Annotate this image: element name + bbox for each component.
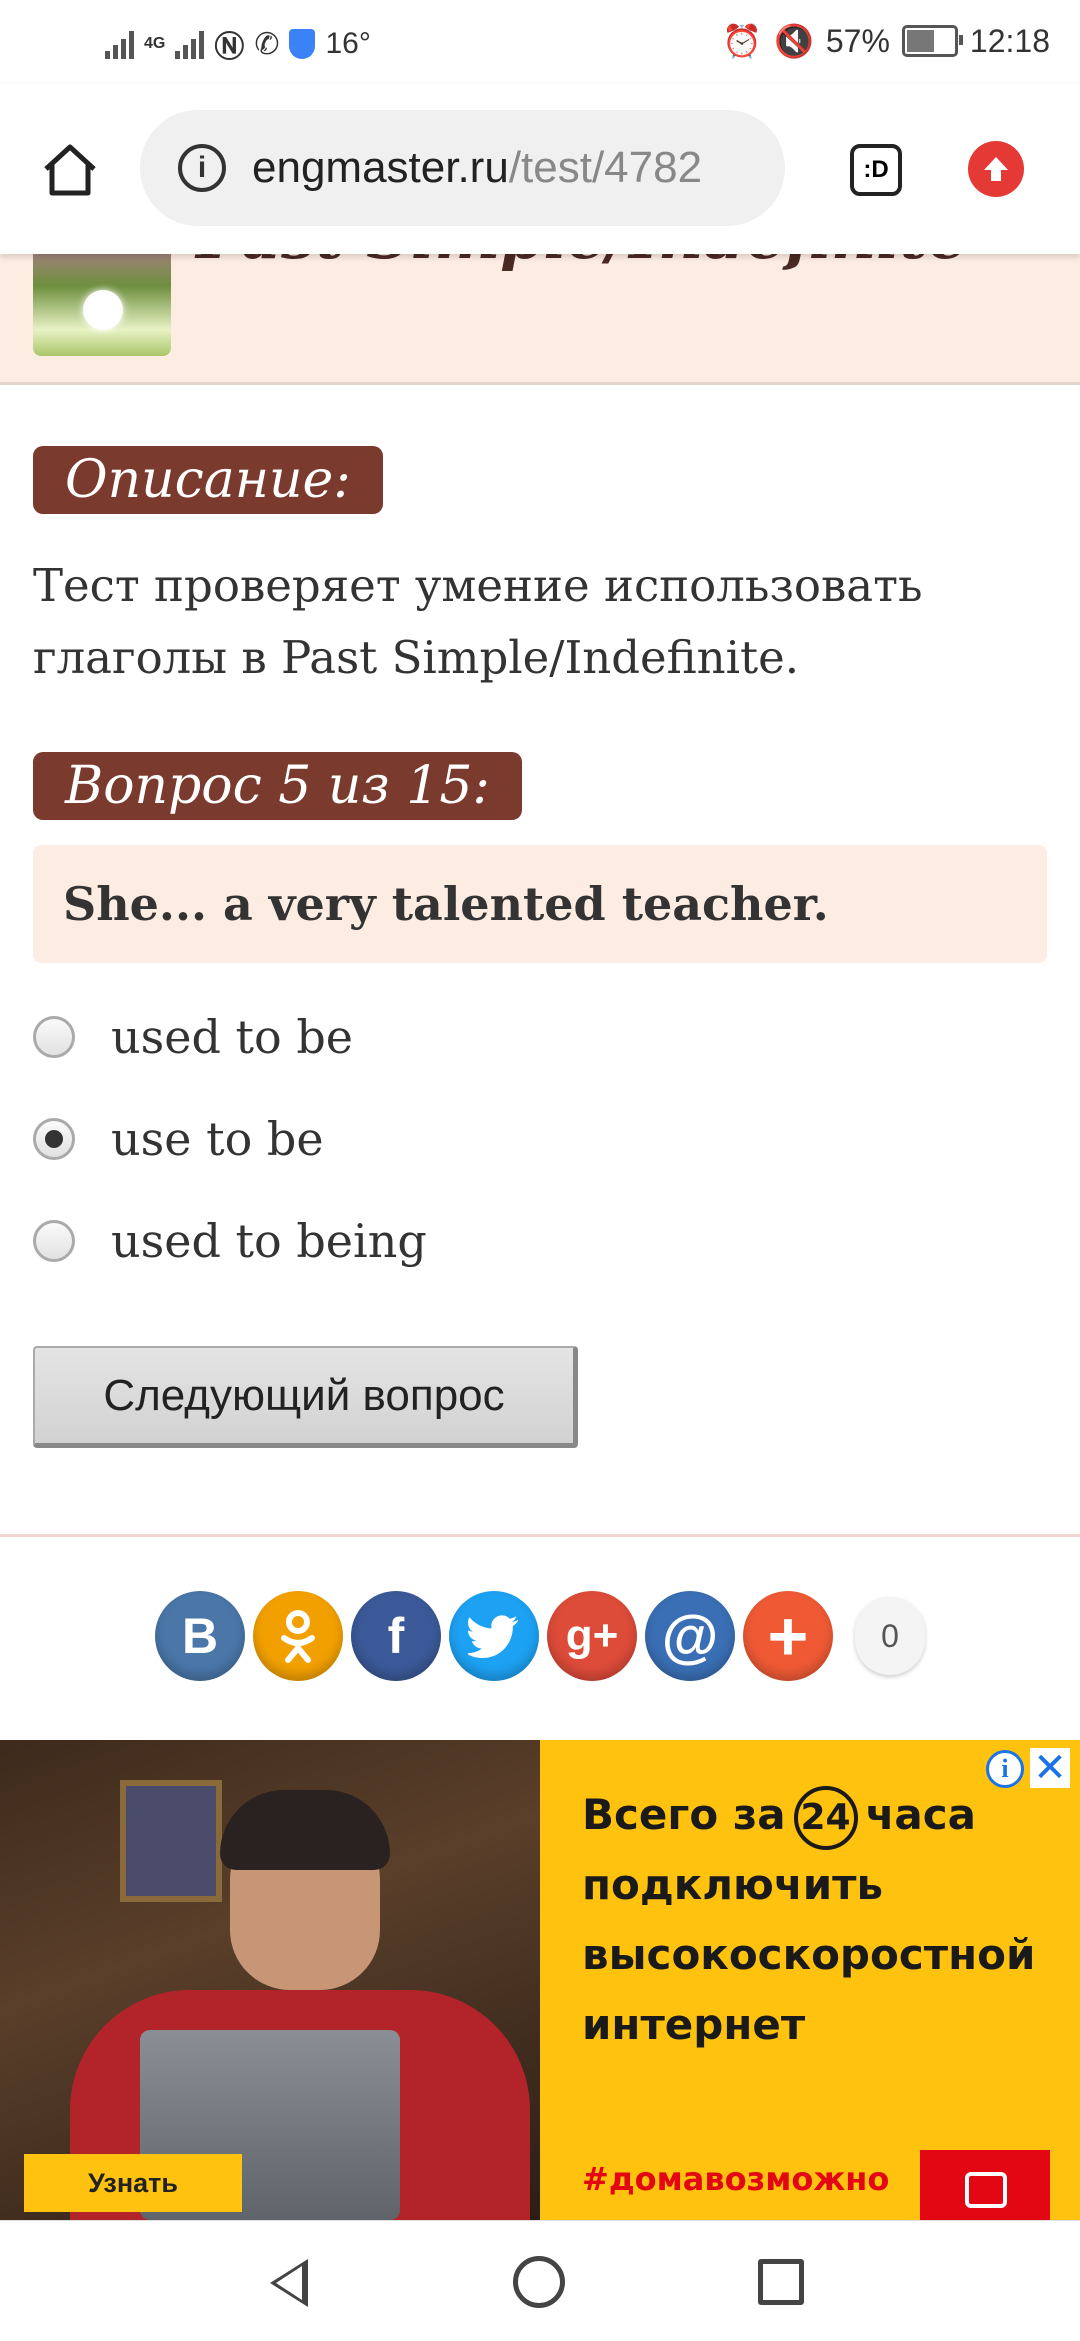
ad-hashtag: #домавозможно [582, 2160, 890, 2198]
answer-label[interactable]: use to be [111, 1112, 324, 1166]
shield-icon [289, 29, 316, 59]
ad-cta-button[interactable]: Узнать [24, 2154, 242, 2212]
battery-percent: 57% [825, 22, 890, 59]
answer-option-2[interactable]: use to be [33, 1099, 324, 1179]
ad-headline: Всего за 24 часа подключить высокоскоростн… [582, 1780, 1062, 2060]
facebook-share-button[interactable]: f [351, 1591, 441, 1681]
home-icon[interactable] [40, 139, 100, 199]
question-label: Вопрос 5 из 15: [33, 752, 522, 820]
status-bar: 4G Ⓝ ✆ 16° ⏰ 🔇 57% 12:18 [0, 0, 1080, 84]
question-text: She... a very talented teacher. [33, 845, 1047, 963]
mute-icon: 🔇 [774, 23, 814, 59]
recent-apps-icon[interactable] [758, 2259, 804, 2305]
answer-option-1[interactable]: used to be [33, 997, 353, 1077]
answer-option-3[interactable]: used to being [33, 1201, 427, 1281]
ad-close-icon[interactable]: ✕ [1030, 1748, 1070, 1788]
mail-share-button[interactable]: @ [645, 1591, 735, 1681]
ad-picture-frame [120, 1780, 222, 1902]
google-plus-share-button[interactable]: g+ [547, 1591, 637, 1681]
missed-call-icon: ✆ [254, 27, 280, 61]
odnoklassniki-share-button[interactable] [253, 1591, 343, 1681]
back-icon[interactable] [270, 2259, 308, 2307]
alarm-icon: ⏰ [722, 23, 763, 59]
odnoklassniki-icon [281, 1610, 315, 1663]
signal-icon [105, 29, 134, 59]
more-share-button[interactable]: + [743, 1591, 833, 1681]
browser-toolbar: i engmaster.ru/test/4782 :D [0, 84, 1080, 254]
ad-banner[interactable]: Узнать Всего за 24 часа подключить высокос… [0, 1740, 1080, 2220]
radio-button[interactable] [33, 1016, 75, 1058]
url-text[interactable]: engmaster.ru/test/4782 [252, 143, 702, 193]
answer-label[interactable]: used to being [111, 1214, 427, 1268]
ad-brand-logo [920, 2150, 1050, 2220]
signal-icon-2 [175, 29, 205, 59]
radio-button[interactable] [33, 1220, 75, 1262]
description-text: Тест проверяет умение использовать глаго… [33, 559, 923, 684]
update-icon[interactable] [968, 141, 1024, 197]
network-type: 4G [144, 35, 166, 52]
ad-person-hair [220, 1790, 390, 1870]
nfc-icon: Ⓝ [214, 31, 245, 64]
address-bar[interactable]: i engmaster.ru/test/4782 [140, 110, 785, 226]
ad-photo[interactable]: Узнать [0, 1740, 540, 2220]
twitter-share-button[interactable] [449, 1591, 539, 1681]
ad-text-panel[interactable]: Всего за 24 часа подключить высокоскоростн… [540, 1740, 1080, 2220]
clock: 12:18 [969, 22, 1050, 59]
divider [0, 1534, 1080, 1537]
ad-info-icon[interactable]: i [986, 1750, 1024, 1788]
twitter-bird-icon [468, 1615, 519, 1658]
temperature: 16° [325, 27, 371, 60]
tabs-switcher-icon[interactable]: :D [850, 144, 902, 196]
answer-label[interactable]: used to be [111, 1010, 353, 1064]
radio-button-selected[interactable] [33, 1118, 75, 1160]
vk-share-button[interactable]: В [155, 1591, 245, 1681]
home-circle-icon[interactable] [513, 2256, 565, 2308]
description-label: Описание: [33, 446, 383, 514]
next-question-button[interactable]: Следующий вопрос [33, 1346, 578, 1448]
system-nav-bar [0, 2220, 1080, 2341]
share-bar: В f g+ @ + 0 [155, 1591, 925, 1681]
info-icon[interactable]: i [178, 144, 226, 192]
battery-icon [901, 25, 963, 57]
share-count: 0 [855, 1597, 925, 1675]
